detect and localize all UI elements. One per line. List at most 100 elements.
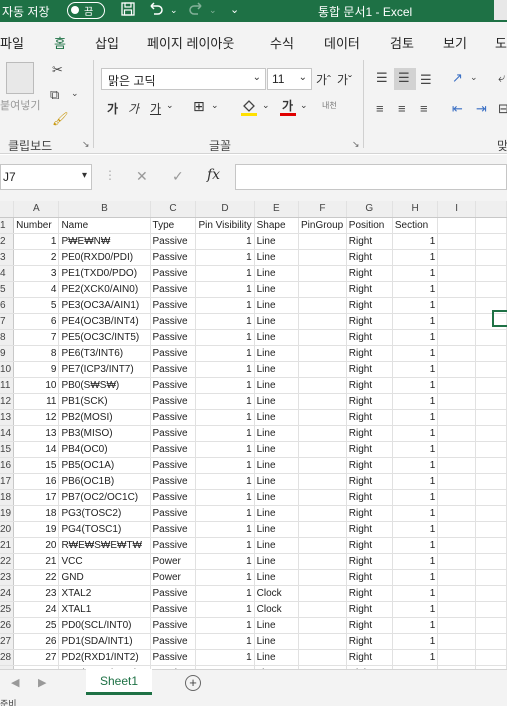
cell[interactable]: P₩E₩N₩ — [58, 233, 151, 250]
cell[interactable] — [298, 281, 347, 298]
cell[interactable]: Line — [254, 233, 299, 250]
cell[interactable]: 1 — [195, 233, 255, 250]
cell[interactable]: 1 — [195, 633, 255, 650]
row-header[interactable]: 22 — [0, 553, 15, 570]
decrease-indent-icon[interactable]: ⇤ — [452, 101, 463, 117]
cell[interactable] — [298, 473, 347, 490]
cell[interactable]: 1 — [195, 377, 255, 394]
cell[interactable]: Right — [346, 249, 393, 266]
cell[interactable]: 15 — [13, 457, 60, 474]
cell[interactable]: PE6(T3/INT6) — [58, 345, 151, 362]
cell[interactable]: Line — [254, 521, 299, 538]
cell[interactable] — [475, 617, 507, 634]
cell[interactable]: Type — [150, 217, 197, 234]
cell[interactable]: 1 — [195, 585, 255, 602]
align-right-icon[interactable]: ≡ — [420, 101, 428, 116]
copy-dropdown-icon[interactable]: ⌄ — [71, 88, 79, 99]
cell[interactable]: Line — [254, 489, 299, 506]
row-header[interactable]: 2 — [0, 233, 15, 250]
cell[interactable]: 1 — [392, 489, 439, 506]
cell[interactable]: Line — [254, 457, 299, 474]
cell[interactable] — [475, 553, 507, 570]
cell[interactable]: 1 — [392, 297, 439, 314]
cell[interactable]: 10 — [13, 377, 60, 394]
cell[interactable] — [298, 329, 347, 346]
cell[interactable] — [475, 649, 507, 666]
cell[interactable]: 6 — [13, 313, 60, 330]
cell[interactable]: Line — [254, 313, 299, 330]
cell[interactable]: Passive — [150, 489, 197, 506]
cell[interactable]: 2 — [13, 249, 60, 266]
cell[interactable] — [298, 361, 347, 378]
cell[interactable] — [475, 425, 507, 442]
row-header[interactable]: 16 — [0, 457, 15, 474]
cell[interactable]: Line — [254, 329, 299, 346]
row-header[interactable]: 14 — [0, 425, 15, 442]
cell[interactable]: 1 — [195, 425, 255, 442]
wrap-text-icon[interactable]: ⤶ — [498, 70, 505, 86]
cell[interactable]: 4 — [13, 281, 60, 298]
cell[interactable]: PB5(OC1A) — [58, 457, 151, 474]
cell[interactable]: 23 — [13, 585, 60, 602]
cell[interactable] — [298, 521, 347, 538]
tab-page-layout[interactable]: 페이지 레이아웃 — [147, 33, 234, 52]
cell[interactable]: 1 — [392, 233, 439, 250]
cell[interactable] — [298, 617, 347, 634]
cell[interactable]: Line — [254, 345, 299, 362]
formula-input[interactable] — [235, 164, 507, 190]
cell[interactable]: 1 — [392, 393, 439, 410]
prev-sheet-icon[interactable]: ◀ — [11, 676, 19, 689]
cell[interactable] — [437, 345, 476, 362]
underline-button[interactable]: 가 — [150, 100, 161, 117]
name-box[interactable]: J7 ▾ — [0, 164, 92, 190]
cell[interactable]: Right — [346, 457, 393, 474]
cell[interactable] — [475, 473, 507, 490]
row-header[interactable]: 3 — [0, 249, 15, 266]
cell[interactable]: Right — [346, 617, 393, 634]
worksheet-grid[interactable]: ABCDEFGHI 1 Number Name Type Pin Visibility S… — [0, 201, 507, 669]
column-header-f[interactable]: F — [298, 201, 347, 218]
select-all-corner[interactable] — [0, 201, 15, 218]
cell[interactable] — [475, 569, 507, 586]
bold-button[interactable]: 가 — [107, 100, 118, 117]
cell[interactable]: 19 — [13, 521, 60, 538]
cell[interactable] — [475, 249, 507, 266]
cell[interactable]: Line — [254, 633, 299, 650]
cell[interactable] — [437, 233, 476, 250]
cell[interactable]: 1 — [195, 553, 255, 570]
cell[interactable]: 1 — [195, 329, 255, 346]
cell[interactable]: 1 — [392, 425, 439, 442]
cell[interactable]: Right — [346, 329, 393, 346]
cell[interactable]: Right — [346, 409, 393, 426]
cell[interactable]: PB7(OC2/OC1C) — [58, 489, 151, 506]
undo-dropdown-icon[interactable]: ⌄ — [170, 5, 178, 16]
cell[interactable]: PB4(OC0) — [58, 441, 151, 458]
cell[interactable]: 14 — [13, 441, 60, 458]
cell[interactable]: 1 — [195, 441, 255, 458]
account-button[interactable] — [494, 0, 507, 20]
cell[interactable] — [475, 217, 507, 234]
row-header[interactable]: 4 — [0, 265, 15, 282]
italic-button[interactable]: 가 — [128, 100, 139, 117]
cell[interactable]: Passive — [150, 233, 197, 250]
enter-icon[interactable]: ✓ — [172, 168, 184, 185]
cell[interactable]: PE7(ICP3/INT7) — [58, 361, 151, 378]
cell[interactable]: Passive — [150, 345, 197, 362]
cell[interactable]: 1 — [392, 361, 439, 378]
cell[interactable]: Passive — [150, 521, 197, 538]
column-header-g[interactable]: G — [346, 201, 393, 218]
cell[interactable]: 1 — [13, 233, 60, 250]
font-color-icon[interactable]: 가 — [279, 97, 297, 120]
cell[interactable] — [437, 633, 476, 650]
row-header[interactable]: 24 — [0, 585, 15, 602]
cell[interactable]: Right — [346, 441, 393, 458]
cell[interactable]: 9 — [13, 361, 60, 378]
cell[interactable] — [437, 393, 476, 410]
cell[interactable] — [475, 361, 507, 378]
cell[interactable] — [475, 393, 507, 410]
cell[interactable]: 1 — [392, 537, 439, 554]
row-header[interactable]: 15 — [0, 441, 15, 458]
cell[interactable] — [475, 601, 507, 618]
row-header[interactable]: 26 — [0, 617, 15, 634]
cell[interactable]: Passive — [150, 441, 197, 458]
